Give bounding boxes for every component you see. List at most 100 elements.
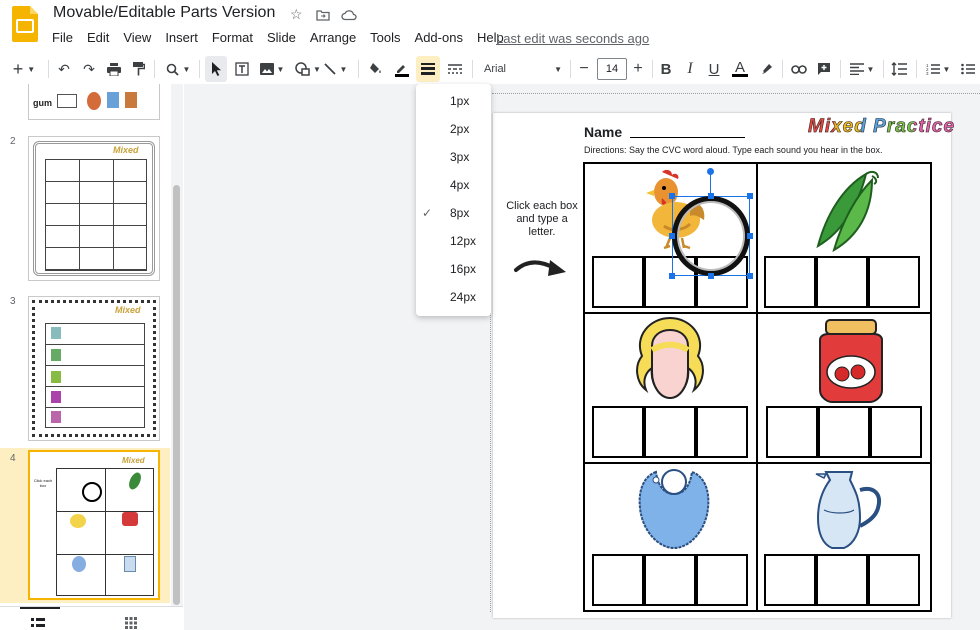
answer-box-r3c1-2[interactable] <box>644 554 696 606</box>
resize-handle-w[interactable] <box>669 233 675 239</box>
bulleted-list-icon[interactable] <box>958 56 978 82</box>
slide-number-2: 2 <box>10 136 16 147</box>
option-label: 4px <box>450 178 470 192</box>
border-dash-icon[interactable] <box>444 56 466 82</box>
filmstrip-view-icon[interactable] <box>31 618 45 628</box>
rotate-handle[interactable] <box>707 168 714 175</box>
image-icon[interactable]: ▼ <box>256 56 288 82</box>
resize-handle-e[interactable] <box>747 233 753 239</box>
weight-option-12px[interactable]: 12px <box>416 227 491 255</box>
zoom-icon[interactable]: ▼ <box>160 56 196 82</box>
italic-button[interactable]: I <box>680 56 700 82</box>
numbered-list-icon[interactable]: 1 2 3 ▼ <box>922 56 954 82</box>
pea-pod-picture-icon <box>816 170 879 252</box>
option-label: 16px <box>450 262 477 276</box>
answer-box-r3c1-1[interactable] <box>592 554 644 606</box>
answer-box-r1c2-3[interactable] <box>868 256 920 308</box>
answer-box-r2c1-3[interactable] <box>696 406 748 458</box>
insert-link-icon[interactable] <box>788 56 810 82</box>
text-color-button[interactable]: A <box>729 56 751 82</box>
slide-filmstrip[interactable]: gum 2 Mixed 3 Mixed 4 Mixed Click each b… <box>0 84 183 630</box>
menu-insert[interactable]: Insert <box>165 30 198 45</box>
menu-file[interactable]: File <box>52 30 73 45</box>
cloud-saved-icon[interactable] <box>341 9 357 21</box>
selected-circle-shape[interactable] <box>672 196 750 276</box>
add-comment-icon[interactable] <box>814 56 834 82</box>
name-label: Name <box>584 124 623 140</box>
menu-addons[interactable]: Add-ons <box>415 30 463 45</box>
answer-box-r3c1-3[interactable] <box>696 554 748 606</box>
weight-option-16px[interactable]: 16px <box>416 255 491 283</box>
menu-slide[interactable]: Slide <box>267 30 296 45</box>
answer-box-r2c2-2[interactable] <box>818 406 870 458</box>
answer-box-r1c2-1[interactable] <box>764 256 816 308</box>
menu-edit[interactable]: Edit <box>87 30 109 45</box>
paint-format-icon[interactable] <box>129 56 149 82</box>
menu-tools[interactable]: Tools <box>370 30 400 45</box>
grid-view-icon[interactable] <box>125 617 137 629</box>
fill-color-icon[interactable] <box>364 56 386 82</box>
weight-option-2px[interactable]: 2px <box>416 115 491 143</box>
slide-thumbnail-3[interactable]: Mixed <box>28 296 160 441</box>
answer-box-r2c1-2[interactable] <box>644 406 696 458</box>
resize-handle-n[interactable] <box>708 193 714 199</box>
option-label: 3px <box>450 150 470 164</box>
weight-option-1px[interactable]: 1px <box>416 87 491 115</box>
menu-arrange[interactable]: Arrange <box>310 30 356 45</box>
grid-divider-row-1 <box>583 312 932 314</box>
weight-option-8px[interactable]: ✓ 8px <box>416 199 491 227</box>
resize-handle-s[interactable] <box>708 273 714 279</box>
answer-box-r2c2-1[interactable] <box>766 406 818 458</box>
font-family-value: Arial <box>484 63 507 75</box>
border-weight-icon[interactable] <box>416 56 440 82</box>
font-size-input[interactable]: 14 <box>597 58 627 80</box>
align-icon[interactable]: ▼ <box>846 56 878 82</box>
last-edit-link[interactable]: Last edit was seconds ago <box>496 31 649 46</box>
move-folder-icon[interactable] <box>316 9 330 21</box>
decrease-font-size-button[interactable]: − <box>574 56 594 82</box>
answer-box-r2c1-1[interactable] <box>592 406 644 458</box>
new-slide-button[interactable]: + ▼ <box>6 56 42 82</box>
resize-handle-se[interactable] <box>747 273 753 279</box>
select-tool-icon[interactable] <box>205 56 227 82</box>
slide-thumbnail-2[interactable]: Mixed <box>28 136 160 281</box>
undo-icon[interactable]: ↶ <box>54 56 74 82</box>
weight-option-4px[interactable]: 4px <box>416 171 491 199</box>
answer-box-r2c2-3[interactable] <box>870 406 922 458</box>
bold-button[interactable]: B <box>656 56 676 82</box>
resize-handle-ne[interactable] <box>747 193 753 199</box>
menu-format[interactable]: Format <box>212 30 253 45</box>
print-icon[interactable] <box>104 56 124 82</box>
line-icon[interactable]: ▼ <box>318 56 352 82</box>
slide-number-4: 4 <box>10 453 16 464</box>
weight-option-24px[interactable]: 24px <box>416 283 491 311</box>
menu-bar: File Edit View Insert Format Slide Arran… <box>52 30 518 45</box>
redo-icon[interactable]: ↷ <box>79 56 99 82</box>
slide-thumbnail-4[interactable]: Mixed Click each box <box>28 450 160 600</box>
toolbar: + ▼ ↶ ↷ ▼ ▼ ▼ ▼ Arial ▼ − 14 + B I U A ▼… <box>0 56 980 82</box>
resize-handle-nw[interactable] <box>669 193 675 199</box>
document-title[interactable]: Movable/Editable Parts Version <box>53 4 275 22</box>
star-icon[interactable]: ☆ <box>290 6 303 23</box>
filmstrip-scroll-thumb[interactable] <box>173 185 180 605</box>
answer-box-r3c2-3[interactable] <box>868 554 920 606</box>
highlight-color-icon[interactable] <box>756 56 778 82</box>
answer-box-r3c2-2[interactable] <box>816 554 868 606</box>
increase-font-size-button[interactable]: + <box>628 56 648 82</box>
line-spacing-icon[interactable] <box>888 56 910 82</box>
font-family-select[interactable]: Arial ▼ <box>478 58 564 80</box>
slides-logo-icon[interactable] <box>12 6 38 42</box>
answer-box-r1c1-1[interactable] <box>592 256 644 308</box>
horizontal-ruler <box>492 86 980 94</box>
weight-option-3px[interactable]: 3px <box>416 143 491 171</box>
underline-button[interactable]: U <box>704 56 724 82</box>
slide-thumbnail-1[interactable]: gum <box>28 84 160 120</box>
border-color-icon[interactable] <box>390 56 414 82</box>
menu-view[interactable]: View <box>123 30 151 45</box>
answer-box-r3c2-1[interactable] <box>764 554 816 606</box>
text-box-icon[interactable] <box>232 56 252 82</box>
option-label: 1px <box>450 94 470 108</box>
mixed-practice-title: Mixed Practice <box>808 116 956 138</box>
resize-handle-sw[interactable] <box>669 273 675 279</box>
answer-box-r1c2-2[interactable] <box>816 256 868 308</box>
